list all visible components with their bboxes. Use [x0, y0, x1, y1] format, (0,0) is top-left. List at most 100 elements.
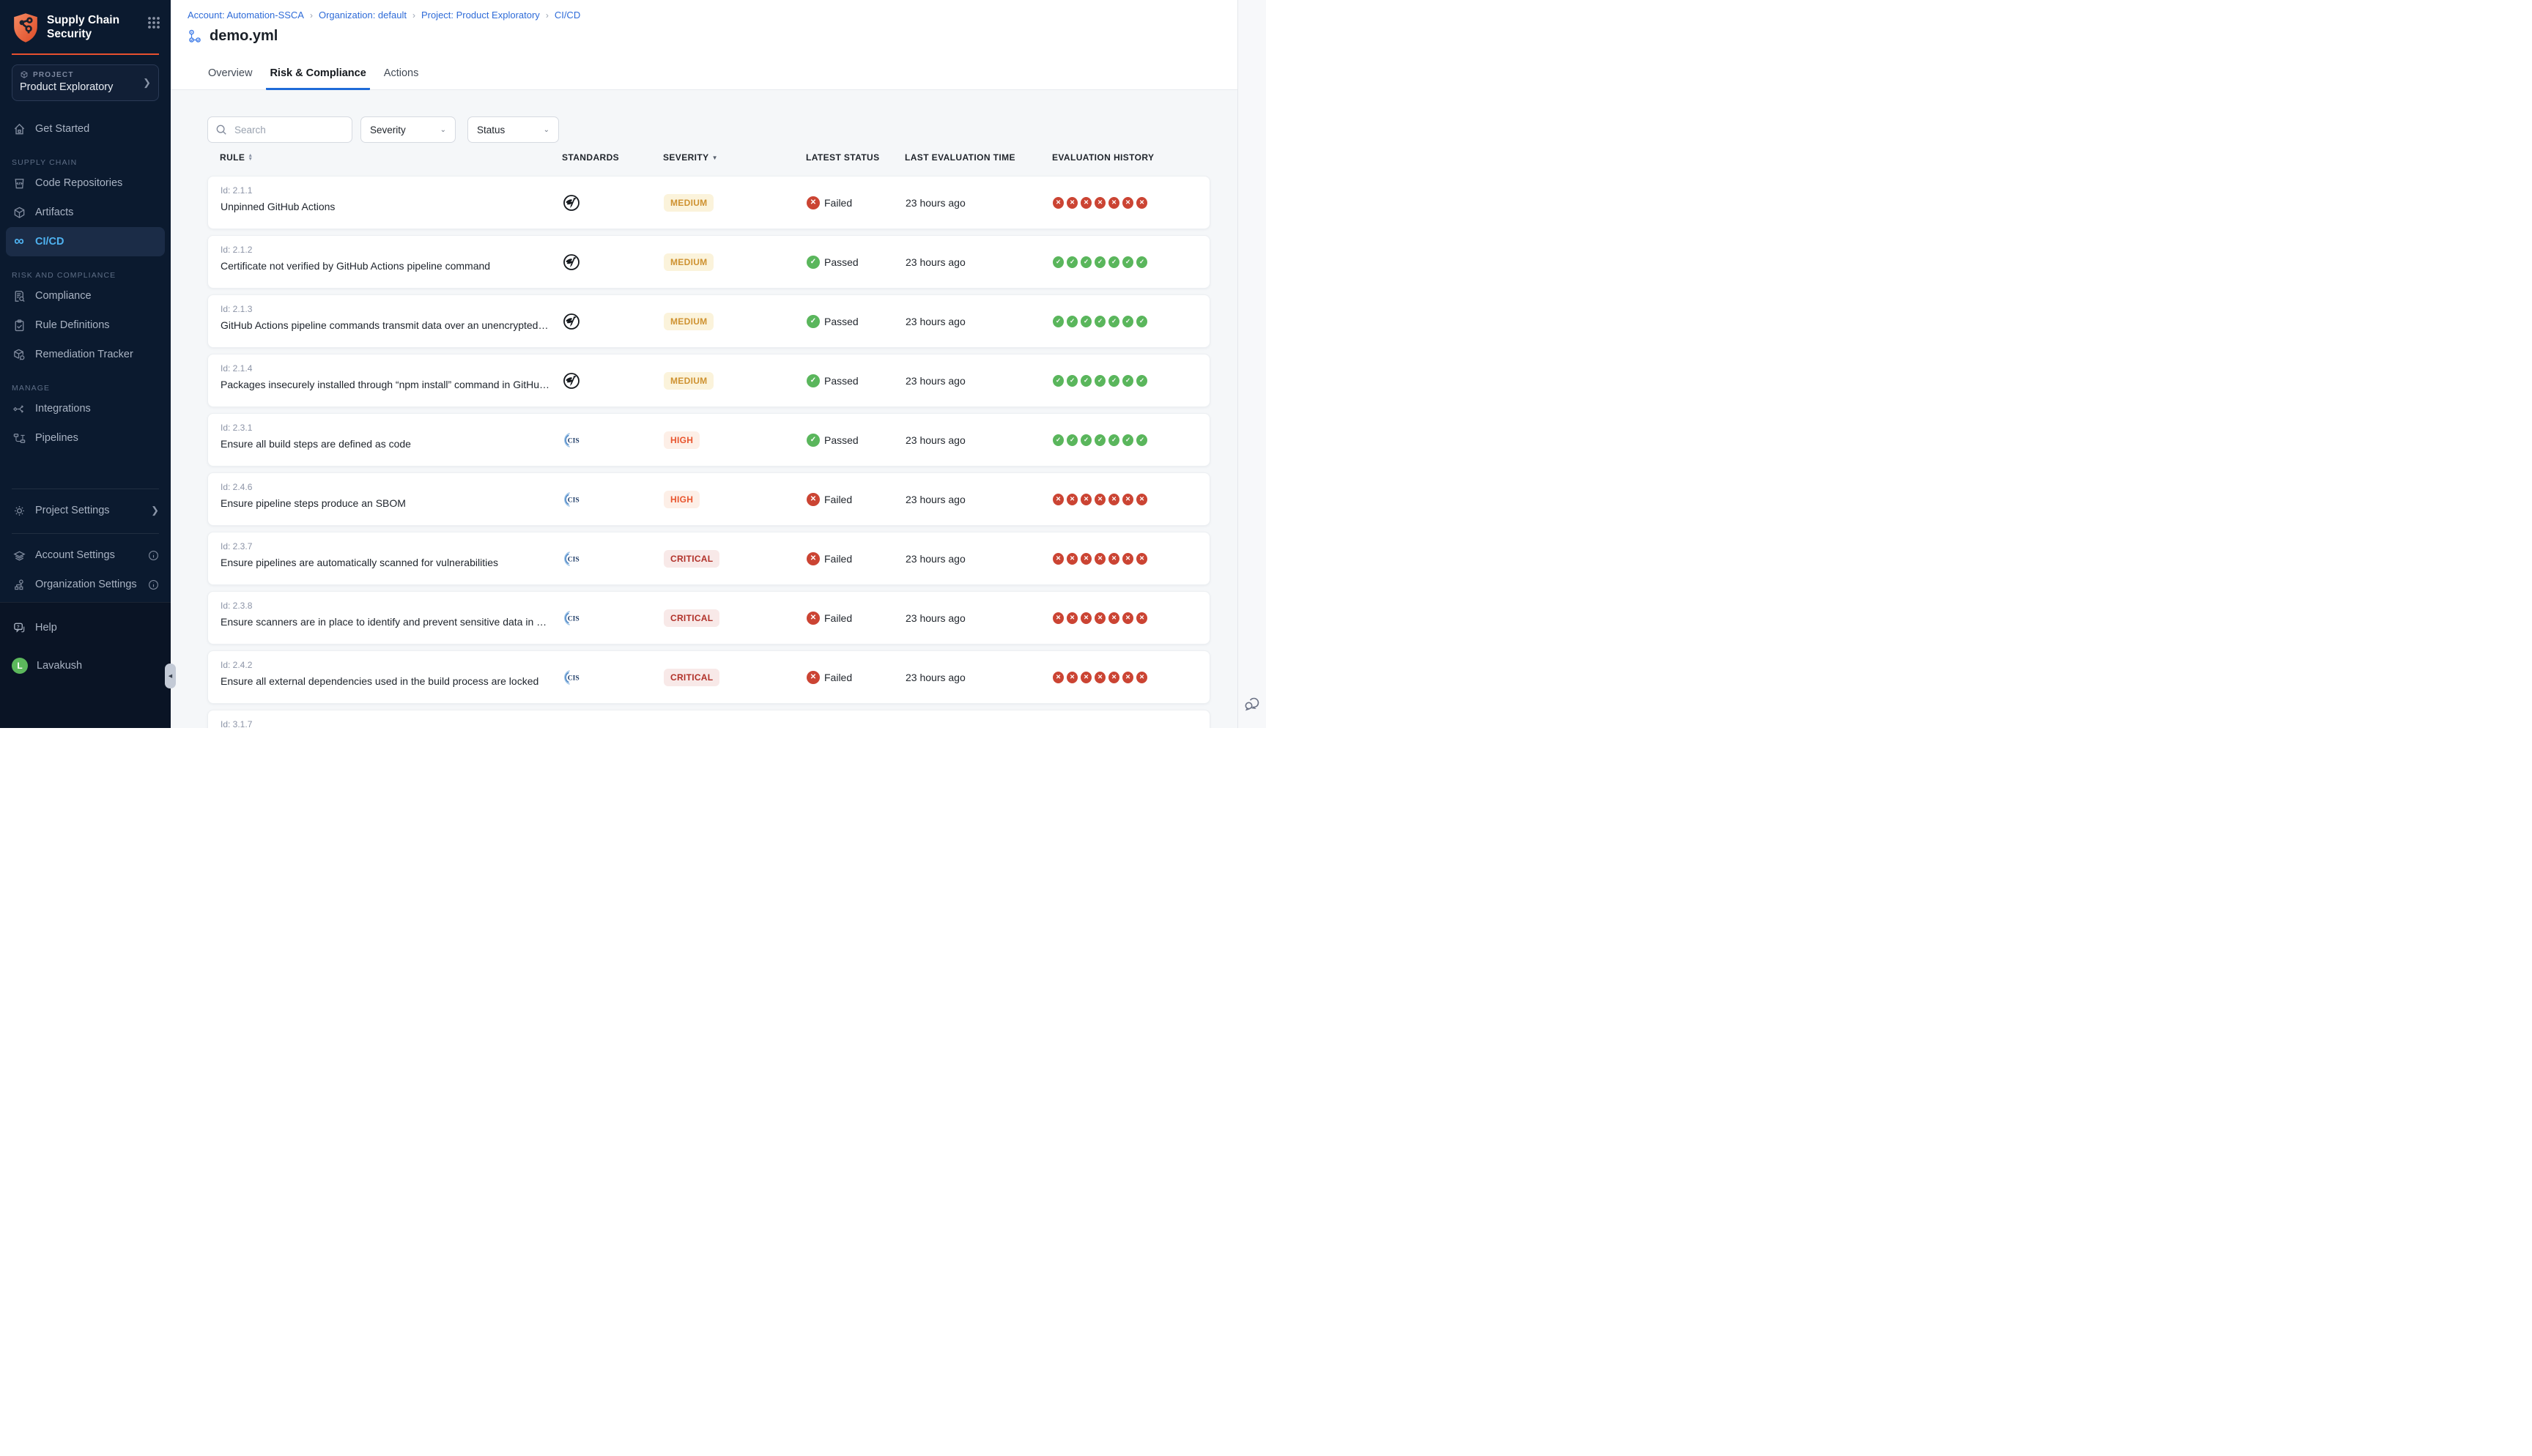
evaluation-passed-icon: ✓ [1122, 256, 1133, 268]
table-row[interactable]: Id: 2.1.1 Unpinned GitHub Actions MEDIUM… [207, 176, 1210, 229]
sidebar-item-code-repositories[interactable]: Code Repositories [0, 168, 171, 198]
sidebar-item-compliance[interactable]: Compliance [0, 281, 171, 311]
sort-desc-icon[interactable]: ▼ [712, 155, 718, 161]
rule-title: Ensure all build steps are defined as co… [221, 438, 411, 450]
app-root: Supply Chain Security PROJECT Product [0, 0, 1266, 728]
sidebar-item-rule-definitions[interactable]: Rule Definitions [0, 311, 171, 340]
severity-badge: CRITICAL [664, 609, 719, 627]
sidebar-item-label: Pipelines [35, 432, 78, 444]
support-chat-icon[interactable] [1243, 694, 1261, 712]
sidebar-footer: ? Help L Lavakush [0, 602, 171, 728]
evaluation-failed-icon: ✕ [1122, 197, 1133, 209]
evaluation-failed-icon: ✕ [1067, 612, 1078, 624]
product-name: Supply Chain Security [47, 12, 147, 41]
layers-gear-icon [12, 549, 26, 562]
svg-text:CIS: CIS [568, 615, 580, 623]
sort-icon[interactable]: ▲▼ [248, 154, 253, 161]
latest-status: ✕ Failed [807, 493, 852, 506]
evaluation-passed-icon: ✓ [1053, 316, 1064, 327]
breadcrumb-cicd[interactable]: CI/CD [555, 10, 580, 21]
sidebar-item-project-settings[interactable]: Project Settings ❯ [0, 496, 171, 525]
clipboard-check-icon [12, 319, 26, 333]
last-evaluation-time: 23 hours ago [906, 375, 966, 387]
evaluation-passed-icon: ✓ [1081, 316, 1092, 327]
rule-id: Id: 2.3.7 [221, 541, 252, 551]
status-icon: ✕ [807, 196, 820, 209]
pipelines-icon [12, 431, 26, 445]
sidebar-item-integrations[interactable]: Integrations [0, 394, 171, 423]
table-row[interactable]: Id: 2.3.1 Ensure all build steps are def… [207, 413, 1210, 467]
rule-id: Id: 2.3.1 [221, 423, 252, 433]
evaluation-failed-icon: ✕ [1067, 553, 1078, 565]
severity-badge: MEDIUM [664, 253, 714, 271]
sidebar-item-label: Artifacts [35, 207, 73, 218]
search-input[interactable] [233, 124, 344, 136]
tab-actions[interactable]: Actions [380, 60, 423, 90]
evaluation-history: ✓✓✓✓✓✓✓ [1053, 316, 1147, 327]
evaluation-history: ✓✓✓✓✓✓✓ [1053, 256, 1147, 268]
evaluation-passed-icon: ✓ [1081, 434, 1092, 446]
app-switcher-grid-icon[interactable] [147, 16, 160, 29]
tab-overview[interactable]: Overview [204, 60, 256, 90]
breadcrumb-project[interactable]: Project: Product Exploratory [421, 10, 540, 21]
status-icon: ✕ [807, 493, 820, 506]
table-row[interactable]: Id: 3.1.7 CIS CRITICAL ✕ Failed 23 hours… [207, 710, 1210, 728]
sidebar-item-label: Remediation Tracker [35, 349, 133, 360]
evaluation-failed-icon: ✕ [1108, 612, 1119, 624]
evaluation-failed-icon: ✕ [1081, 672, 1092, 683]
divider [12, 533, 159, 534]
project-cube-icon [20, 70, 29, 79]
breadcrumb-organization[interactable]: Organization: default [319, 10, 407, 21]
sidebar-collapse-handle[interactable]: ◀ [165, 664, 176, 688]
evaluation-failed-icon: ✕ [1095, 494, 1106, 505]
sidebar-item-label: Code Repositories [35, 177, 122, 189]
last-evaluation-time: 23 hours ago [906, 434, 966, 446]
latest-status: ✓ Passed [807, 315, 859, 328]
user-menu[interactable]: L Lavakush [0, 651, 171, 680]
sidebar: Supply Chain Security PROJECT Product [0, 0, 171, 728]
project-selector[interactable]: PROJECT Product Exploratory ❯ [12, 64, 159, 101]
status-icon: ✓ [807, 315, 820, 328]
column-header-rule[interactable]: RULE ▲▼ [220, 152, 253, 163]
table-row[interactable]: Id: 2.4.6 Ensure pipeline steps produce … [207, 472, 1210, 526]
sidebar-item-get-started[interactable]: Get Started [0, 114, 171, 144]
breadcrumb-separator: › [546, 10, 549, 21]
column-header-severity[interactable]: SEVERITY ▼ [663, 152, 718, 163]
evaluation-passed-icon: ✓ [1095, 375, 1106, 387]
table-row[interactable]: Id: 2.1.2 Certificate not verified by Gi… [207, 235, 1210, 289]
latest-status: ✓ Passed [807, 374, 859, 387]
table-row[interactable]: Id: 2.3.7 Ensure pipelines are automatic… [207, 532, 1210, 585]
evaluation-failed-icon: ✕ [1095, 197, 1106, 209]
evaluation-history: ✕✕✕✕✕✕✕ [1053, 672, 1147, 683]
table-row[interactable]: Id: 2.4.2 Ensure all external dependenci… [207, 650, 1210, 704]
evaluation-history: ✕✕✕✕✕✕✕ [1053, 197, 1147, 209]
table-row[interactable]: Id: 2.1.3 GitHub Actions pipeline comman… [207, 294, 1210, 348]
sidebar-item-cicd[interactable]: ∞ CI/CD [6, 227, 165, 256]
box-wrench-icon [12, 348, 26, 362]
rule-id: Id: 3.1.7 [221, 719, 252, 728]
sidebar-item-account-settings[interactable]: Account Settings [0, 541, 171, 570]
sidebar-item-organization-settings[interactable]: Organization Settings [0, 570, 171, 599]
rule-title: Ensure all external dependencies used in… [221, 675, 538, 687]
severity-badge: CRITICAL [664, 728, 719, 729]
sidebar-item-artifacts[interactable]: Artifacts [0, 198, 171, 227]
tab-risk-and-compliance[interactable]: Risk & Compliance [266, 60, 369, 90]
evaluation-passed-icon: ✓ [1122, 375, 1133, 387]
breadcrumb-account[interactable]: Account: Automation-SSCA [188, 10, 304, 21]
status-filter-dropdown[interactable]: Status ⌄ [467, 116, 559, 143]
column-header-evaluation-history: EVALUATION HISTORY [1052, 152, 1154, 163]
sidebar-item-remediation-tracker[interactable]: Remediation Tracker [0, 340, 171, 369]
table-row[interactable]: Id: 2.1.4 Packages insecurely installed … [207, 354, 1210, 407]
sidebar-item-label: Compliance [35, 290, 92, 302]
page-title: demo.yml [210, 28, 278, 45]
evaluation-failed-icon: ✕ [1136, 494, 1147, 505]
evaluation-failed-icon: ✕ [1095, 553, 1106, 565]
sidebar-item-pipelines[interactable]: Pipelines [0, 423, 171, 453]
evaluation-history: ✕✕✕✕✕✕✕ [1053, 553, 1147, 565]
help-button[interactable]: ? Help [0, 613, 171, 642]
status-icon: ✓ [807, 434, 820, 447]
severity-filter-dropdown[interactable]: Severity ⌄ [360, 116, 456, 143]
column-header-standards: STANDARDS [562, 152, 619, 163]
filter-bar: Severity ⌄ Status ⌄ [207, 116, 559, 143]
table-row[interactable]: Id: 2.3.8 Ensure scanners are in place t… [207, 591, 1210, 645]
